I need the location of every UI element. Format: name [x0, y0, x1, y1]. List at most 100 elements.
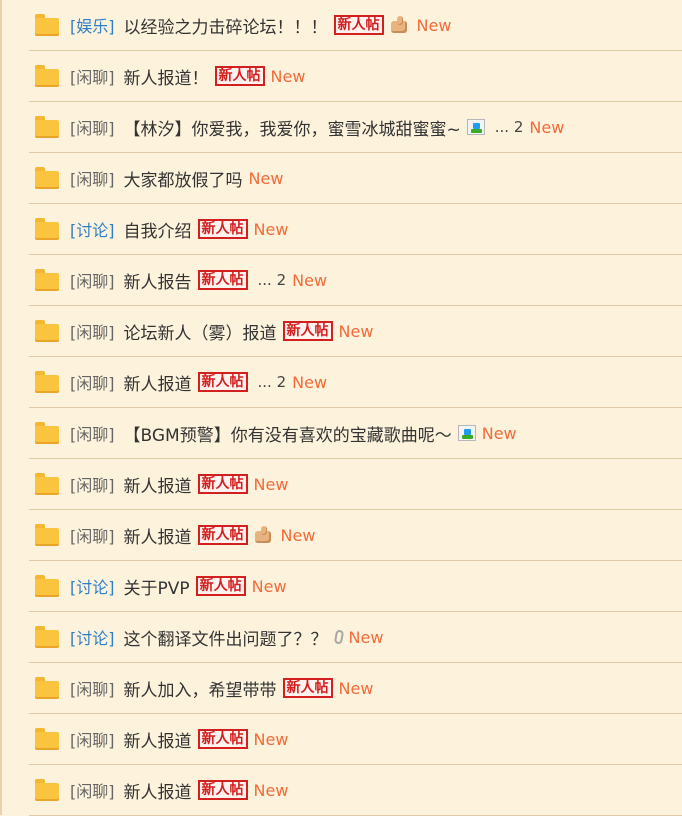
thread-content: [讨论] 关于PVP 新人帖 New [70, 574, 287, 599]
thread-row[interactable]: [闲聊] 新人报道！ 新人帖 New [29, 51, 682, 102]
folder-icon [35, 779, 59, 801]
thread-row[interactable]: [娱乐] 以经验之力击碎论坛！！！ 新人帖 New [29, 0, 682, 51]
new-label: New [338, 321, 374, 341]
thread-title[interactable]: 新人加入，希望带带 [124, 676, 277, 701]
thread-category[interactable]: [娱乐] [70, 13, 115, 37]
newbie-badge: 新人帖 [197, 219, 248, 239]
thread-category[interactable]: [闲聊] [70, 472, 115, 496]
thread-content: [闲聊] 【林汐】你爱我，我爱你，蜜雪冰城甜蜜蜜~ ... 2 New [70, 115, 564, 140]
thread-title[interactable]: 新人报道 [124, 472, 192, 497]
thread-category[interactable]: [闲聊] [70, 268, 115, 292]
page-links[interactable]: ... 2 [258, 271, 287, 289]
thread-title[interactable]: 【BGM预警】你有没有喜欢的宝藏歌曲呢～ [124, 421, 452, 446]
thread-content: [娱乐] 以经验之力击碎论坛！！！ 新人帖 New [70, 13, 451, 38]
page-links[interactable]: ... 2 [495, 118, 524, 136]
thread-category[interactable]: [闲聊] [70, 370, 115, 394]
new-label: New [481, 423, 517, 443]
newbie-badge: 新人帖 [197, 372, 248, 392]
thread-list: [娱乐] 以经验之力击碎论坛！！！ 新人帖 New [闲聊] 新人报道！ 新人帖 New [闲聊… [0, 0, 682, 816]
folder-icon [35, 218, 59, 240]
thread-content: [讨论] 自我介绍 新人帖 New [70, 217, 288, 242]
thread-content: [闲聊] 新人加入，希望带带 新人帖 New [70, 676, 373, 701]
new-label: New [270, 66, 306, 86]
thread-row[interactable]: [闲聊] 新人报道 新人帖 New [29, 459, 682, 510]
thread-title[interactable]: 【林汐】你爱我，我爱你，蜜雪冰城甜蜜蜜~ [124, 115, 461, 140]
new-label: New [348, 627, 384, 647]
folder-icon [35, 626, 59, 648]
newbie-badge: 新人帖 [214, 66, 265, 86]
thread-content: [闲聊] 新人报道 新人帖 New [70, 523, 315, 548]
new-label: New [292, 372, 328, 392]
thread-row[interactable]: [闲聊] 新人报道 新人帖 New [29, 765, 682, 816]
thread-content: [闲聊] 新人报道 新人帖 New [70, 472, 288, 497]
thread-title[interactable]: 关于PVP [124, 574, 190, 599]
thread-title[interactable]: 以经验之力击碎论坛！！！ [124, 13, 328, 38]
thread-category[interactable]: [闲聊] [70, 115, 115, 139]
new-label: New [338, 678, 374, 698]
folder-icon [35, 677, 59, 699]
thread-title[interactable]: 新人报道 [124, 727, 192, 752]
thread-title[interactable]: 新人报道！ [124, 64, 209, 89]
folder-icon [35, 167, 59, 189]
thumbs-up-icon [253, 526, 275, 544]
thread-category[interactable]: [闲聊] [70, 676, 115, 700]
image-icon [457, 425, 476, 441]
thread-row[interactable]: [闲聊] 【BGM预警】你有没有喜欢的宝藏歌曲呢～ New [29, 408, 682, 459]
thread-content: [闲聊] 新人报道 新人帖 New [70, 778, 288, 803]
thread-title[interactable]: 大家都放假了吗 [124, 166, 243, 191]
thread-row[interactable]: [闲聊] 大家都放假了吗 New [29, 153, 682, 204]
thread-row[interactable]: [讨论] 关于PVP 新人帖 New [29, 561, 682, 612]
folder-icon [35, 371, 59, 393]
newbie-badge: 新人帖 [195, 576, 246, 596]
thread-content: [闲聊] 新人报告 新人帖 ... 2 New [70, 268, 327, 293]
newbie-badge: 新人帖 [197, 474, 248, 494]
new-label: New [280, 525, 316, 545]
thread-content: [闲聊] 大家都放假了吗 New [70, 166, 283, 191]
thread-category[interactable]: [讨论] [70, 625, 115, 649]
new-label: New [253, 729, 289, 749]
thread-category[interactable]: [讨论] [70, 574, 115, 598]
thread-row[interactable]: [闲聊] 新人报告 新人帖 ... 2 New [29, 255, 682, 306]
folder-icon [35, 524, 59, 546]
thread-row[interactable]: [闲聊] 新人报道 新人帖 New [29, 714, 682, 765]
thread-content: [闲聊] 【BGM预警】你有没有喜欢的宝藏歌曲呢～ New [70, 421, 517, 446]
thumbs-up-icon [389, 16, 411, 34]
thread-category[interactable]: [闲聊] [70, 64, 115, 88]
thread-row[interactable]: [闲聊] 论坛新人（雾）报道 新人帖 New [29, 306, 682, 357]
thread-row[interactable]: [闲聊] 【林汐】你爱我，我爱你，蜜雪冰城甜蜜蜜~ ... 2 New [29, 102, 682, 153]
new-label: New [251, 576, 287, 596]
thread-title[interactable]: 这个翻译文件出问题了？？ [124, 625, 328, 650]
newbie-badge: 新人帖 [282, 321, 333, 341]
thread-category[interactable]: [闲聊] [70, 319, 115, 343]
thread-row[interactable]: [闲聊] 新人报道 新人帖 New [29, 510, 682, 561]
new-label: New [529, 117, 565, 137]
thread-content: [闲聊] 论坛新人（雾）报道 新人帖 New [70, 319, 373, 344]
page-links[interactable]: ... 2 [258, 373, 287, 391]
thread-title[interactable]: 论坛新人（雾）报道 [124, 319, 277, 344]
thread-row[interactable]: [讨论] 自我介绍 新人帖 New [29, 204, 682, 255]
thread-title[interactable]: 新人报道 [124, 370, 192, 395]
folder-icon [35, 116, 59, 138]
thread-category[interactable]: [闲聊] [70, 421, 115, 445]
newbie-badge: 新人帖 [333, 15, 384, 35]
thread-content: [讨论] 这个翻译文件出问题了？？ New [70, 625, 383, 650]
thread-title[interactable]: 新人报道 [124, 778, 192, 803]
new-label: New [416, 15, 452, 35]
thread-category[interactable]: [闲聊] [70, 727, 115, 751]
newbie-badge: 新人帖 [197, 270, 248, 290]
newbie-badge: 新人帖 [197, 729, 248, 749]
thread-category[interactable]: [闲聊] [70, 166, 115, 190]
thread-row[interactable]: [闲聊] 新人报道 新人帖 ... 2 New [29, 357, 682, 408]
thread-category[interactable]: [闲聊] [70, 778, 115, 802]
thread-title[interactable]: 自我介绍 [124, 217, 192, 242]
folder-icon [35, 320, 59, 342]
thread-row[interactable]: [闲聊] 新人加入，希望带带 新人帖 New [29, 663, 682, 714]
thread-category[interactable]: [闲聊] [70, 523, 115, 547]
thread-row[interactable]: [讨论] 这个翻译文件出问题了？？ New [29, 612, 682, 663]
thread-title[interactable]: 新人报道 [124, 523, 192, 548]
folder-icon [35, 65, 59, 87]
new-label: New [253, 780, 289, 800]
thread-title[interactable]: 新人报告 [124, 268, 192, 293]
folder-icon [35, 422, 59, 444]
thread-category[interactable]: [讨论] [70, 217, 115, 241]
